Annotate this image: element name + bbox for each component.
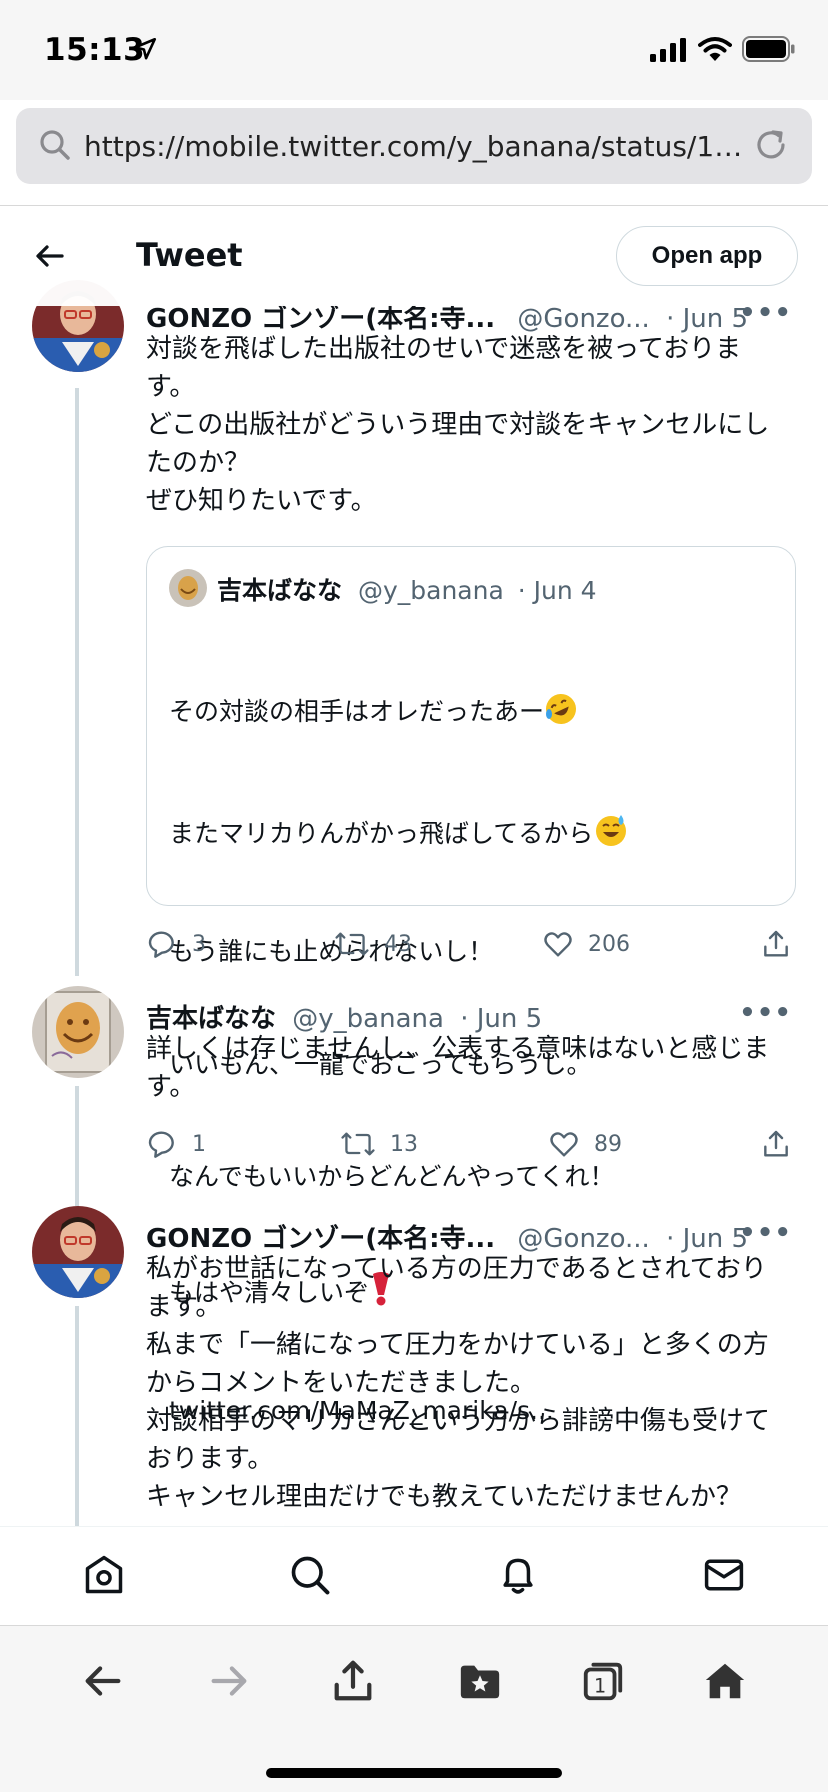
retweet-icon [335, 932, 369, 956]
quote-date: · Jun 4 [517, 576, 597, 605]
twitter-bottom-nav [0, 1526, 828, 1624]
address-bar[interactable]: https://mobile.twitter.com/y_banana/stat… [16, 108, 812, 184]
status-bar: 15:13 [0, 0, 828, 100]
retweet-button[interactable]: 13 [340, 1128, 418, 1160]
thread-line [75, 388, 79, 976]
tweet-item[interactable]: GONZO ゴンゾー(本名:寺... @Gonzo... · Jun 5 •••… [0, 1206, 828, 1526]
share-button[interactable] [760, 1128, 792, 1160]
tweet-text: 私がお世話になっている方の圧力であるとされており ます。 私まで「一緒になって圧… [146, 1254, 771, 1512]
tweet-header: 吉本ばなな @y_banana · Jun 5 [146, 998, 798, 1034]
retweet-icon [341, 1132, 375, 1156]
browser-forward-icon[interactable] [206, 1658, 252, 1708]
open-app-button[interactable]: Open app [616, 226, 798, 286]
page-title: Tweet [136, 236, 243, 274]
more-options-icon[interactable]: ••• [739, 998, 792, 1028]
tweet-page-header: Tweet Open app [0, 206, 828, 306]
quote-author-handle: @y_banana [357, 576, 504, 605]
thread-line [75, 1086, 79, 1206]
reply-icon [148, 1131, 174, 1158]
home-indicator[interactable] [266, 1768, 562, 1778]
retweet-count: 43 [384, 931, 412, 957]
more-options-icon[interactable]: ••• [739, 1218, 792, 1248]
heart-icon [544, 932, 572, 957]
browser-back-icon[interactable] [80, 1658, 126, 1708]
rofl-emoji-icon [544, 692, 578, 737]
home-icon[interactable] [82, 1553, 126, 1601]
url-text[interactable]: https://mobile.twitter.com/y_banana/stat… [84, 130, 754, 163]
tweet-text: 詳しくは存じませんし、公表する意味はないと感じま す。 [146, 1034, 770, 1102]
tabs-icon[interactable]: 1 [580, 1658, 626, 1708]
avatar[interactable] [32, 1206, 124, 1298]
heart-icon [550, 1132, 578, 1157]
reply-button[interactable]: 1 [146, 1128, 206, 1160]
like-button[interactable]: 89 [548, 1128, 622, 1160]
safari-toolbar: 1 [0, 1625, 828, 1792]
sweat-smile-emoji-icon [593, 812, 629, 859]
share-icon [764, 1130, 788, 1157]
messages-envelope-icon[interactable] [702, 1553, 746, 1601]
battery-icon [742, 36, 796, 66]
back-arrow-icon[interactable] [32, 238, 68, 278]
reply-icon [148, 931, 174, 958]
tweet-text: 対談を飛ばした出版社のせいで迷惑を被っておりま す。 どこの出版社がどういう理由… [146, 334, 770, 516]
wifi-icon [698, 36, 732, 66]
retweet-button[interactable]: 43 [334, 928, 412, 960]
share-icon [764, 930, 788, 957]
quote-tweet[interactable]: 吉本ばなな @y_banana · Jun 4 その対談の相手はオレだったあー … [146, 546, 796, 1425]
browser-home-icon[interactable] [702, 1658, 748, 1708]
quote-line: またマリカりんがかっ飛ばしてるから [169, 818, 594, 848]
browser-share-icon[interactable] [330, 1658, 376, 1708]
quote-header: 吉本ばなな @y_banana · Jun 4 [217, 571, 597, 607]
tweet-item[interactable]: 吉本ばなな @y_banana · Jun 5 ••• 詳しくは存じませんし、公… [0, 986, 828, 1206]
like-count: 89 [594, 1131, 622, 1157]
status-time: 15:13 [44, 32, 146, 68]
avatar[interactable] [32, 986, 124, 1078]
tweet-thread[interactable]: GONZO ゴンゾー(本名:寺... @Gonzo... · Jun 5 •••… [0, 206, 828, 1526]
thread-line [75, 1306, 79, 1526]
reply-count: 1 [192, 1131, 206, 1157]
share-button[interactable] [760, 928, 792, 960]
bookmarks-icon[interactable] [456, 1658, 504, 1708]
location-arrow-icon [132, 36, 158, 66]
cellular-signal-icon [650, 38, 686, 66]
tweet-item[interactable]: GONZO ゴンゾー(本名:寺... @Gonzo... · Jun 5 •••… [0, 206, 828, 1425]
reload-icon[interactable] [752, 126, 790, 168]
like-count: 206 [588, 931, 630, 957]
quote-author-name: 吉本ばなな [217, 576, 343, 605]
tweet-actions: 1 13 89 [146, 1128, 796, 1168]
tweet-actions: 3 43 206 [146, 928, 796, 968]
quote-line: その対談の相手はオレだったあー [169, 697, 545, 726]
svg-text:1: 1 [594, 1675, 606, 1698]
like-button[interactable]: 206 [542, 928, 630, 960]
notifications-bell-icon[interactable] [496, 1553, 540, 1601]
explore-search-icon[interactable] [288, 1553, 332, 1601]
retweet-count: 13 [390, 1131, 418, 1157]
tweet-header: GONZO ゴンゾー(本名:寺... @Gonzo... · Jun 5 [146, 1218, 798, 1254]
search-icon [38, 128, 72, 166]
reply-button[interactable]: 3 [146, 928, 206, 960]
reply-count: 3 [192, 931, 206, 957]
quote-avatar [169, 569, 207, 607]
